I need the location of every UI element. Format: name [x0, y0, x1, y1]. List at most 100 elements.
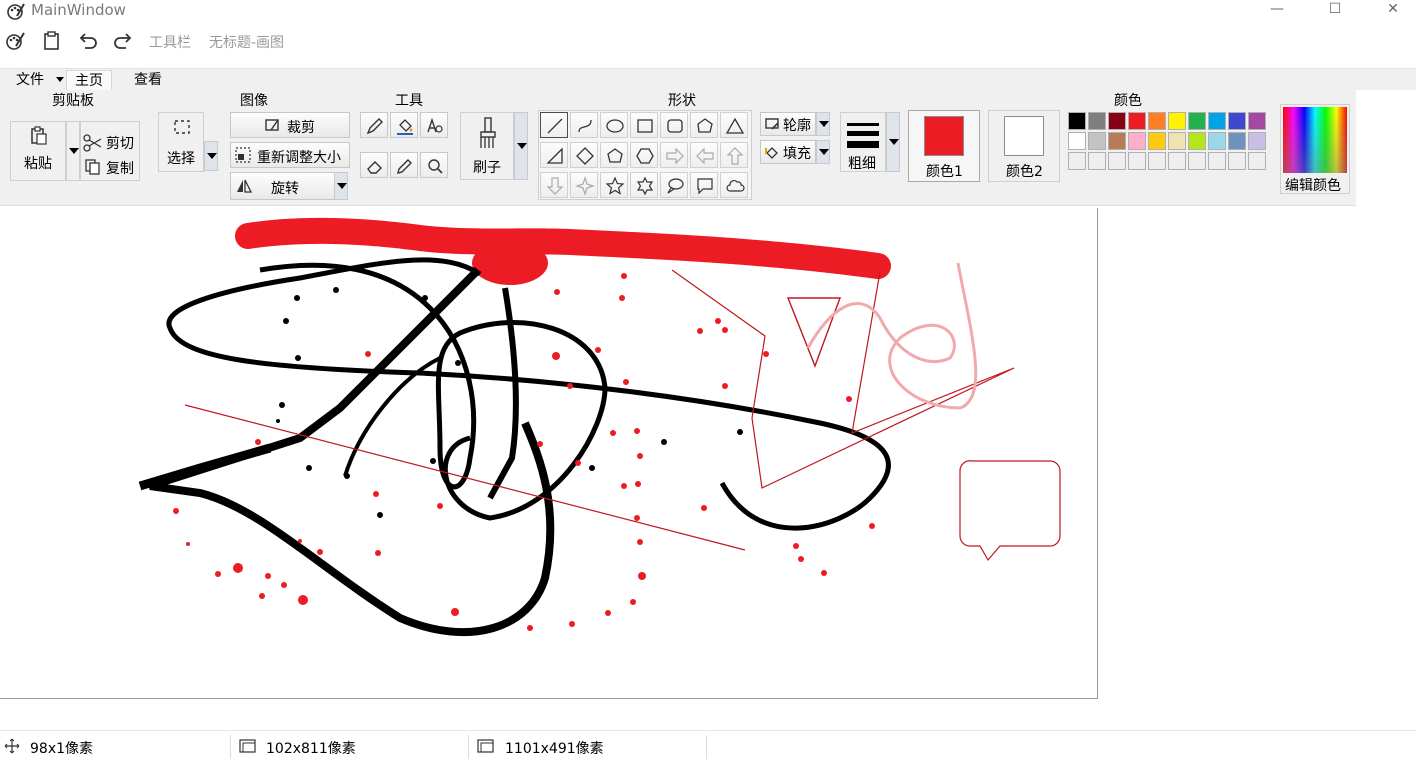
pencil-tool-button[interactable]: [360, 112, 388, 138]
fill-button[interactable]: 填充: [760, 140, 816, 164]
palette-swatch[interactable]: [1228, 132, 1246, 150]
palette-swatch[interactable]: [1148, 152, 1166, 170]
palette-swatch[interactable]: [1208, 132, 1226, 150]
tab-home[interactable]: 主页: [66, 70, 112, 91]
text-tool-button[interactable]: [420, 112, 448, 138]
polygon-icon: [697, 118, 713, 133]
palette-swatch[interactable]: [1068, 152, 1086, 170]
brush-dropdown[interactable]: [514, 112, 528, 180]
resize-icon: [235, 147, 251, 163]
shape-up-arrow[interactable]: [720, 142, 748, 168]
palette-swatch[interactable]: [1068, 132, 1086, 150]
palette-swatch[interactable]: [1208, 112, 1226, 130]
tab-view[interactable]: 查看: [126, 70, 170, 91]
up-arrow-icon: [726, 147, 744, 165]
palette-swatch[interactable]: [1088, 152, 1106, 170]
clipboard-icon[interactable]: [40, 30, 64, 52]
palette-swatch[interactable]: [1108, 152, 1126, 170]
shape-right-triangle[interactable]: [540, 142, 568, 168]
shape-pentagon[interactable]: [600, 142, 628, 168]
crop-button[interactable]: 裁剪: [230, 112, 350, 138]
color2-button[interactable]: 颜色2: [988, 110, 1060, 182]
palette-swatch[interactable]: [1148, 112, 1166, 130]
redo-icon[interactable]: [111, 30, 135, 52]
color-picker-tool-button[interactable]: [390, 152, 418, 178]
edit-colors-button[interactable]: 编辑颜色: [1280, 104, 1350, 194]
magnifier-tool-button[interactable]: [420, 152, 448, 178]
shape-rect-callout[interactable]: [690, 172, 718, 198]
copy-button[interactable]: 复制: [106, 158, 134, 178]
palette-swatch[interactable]: [1248, 112, 1266, 130]
paint-palette-icon: [7, 3, 25, 20]
palette-swatch[interactable]: [1128, 132, 1146, 150]
shape-left-arrow[interactable]: [690, 142, 718, 168]
tab-file[interactable]: 文件: [8, 70, 52, 91]
shape-right-arrow[interactable]: [660, 142, 688, 168]
undo-icon[interactable]: [76, 30, 100, 52]
paste-button[interactable]: 粘贴: [10, 121, 66, 181]
palette-swatch[interactable]: [1248, 152, 1266, 170]
eraser-icon: [367, 161, 382, 174]
shape-line[interactable]: [540, 112, 568, 138]
shape-polygon[interactable]: [690, 112, 718, 138]
fill-dropdown[interactable]: [816, 140, 830, 164]
drawing-canvas[interactable]: [0, 208, 1098, 699]
palette-swatch[interactable]: [1168, 152, 1186, 170]
rotate-dropdown[interactable]: [334, 172, 348, 200]
brush-button[interactable]: 刷子: [460, 112, 514, 180]
palette-swatch[interactable]: [1108, 132, 1126, 150]
shape-down-arrow[interactable]: [540, 172, 568, 198]
palette-swatch[interactable]: [1188, 112, 1206, 130]
resize-button[interactable]: 重新调整大小: [230, 142, 350, 168]
palette-swatch[interactable]: [1108, 112, 1126, 130]
paste-label: 粘贴: [24, 156, 52, 172]
status-bar: 98x1像素 102x811像素 1101x491像素: [0, 730, 1416, 760]
paste-dropdown[interactable]: [66, 121, 80, 181]
palette-swatch[interactable]: [1168, 132, 1186, 150]
shape-four-point-star[interactable]: [570, 172, 598, 198]
rotate-button[interactable]: 旋转: [230, 172, 336, 200]
shape-curve[interactable]: [570, 112, 598, 138]
fill-icon: [765, 147, 778, 159]
canvas-size: 1101x491像素: [505, 741, 604, 757]
size-dropdown[interactable]: [886, 112, 900, 172]
palette-swatch[interactable]: [1088, 112, 1106, 130]
shape-triangle[interactable]: [720, 112, 748, 138]
palette-swatch[interactable]: [1188, 152, 1206, 170]
shape-six-point-star[interactable]: [630, 172, 658, 198]
shape-five-point-star[interactable]: [600, 172, 628, 198]
close-button[interactable]: ✕: [1370, 0, 1416, 22]
size-line-thin-icon: [847, 123, 879, 126]
palette-swatch[interactable]: [1188, 132, 1206, 150]
eraser-tool-button[interactable]: [360, 152, 388, 178]
palette-swatch[interactable]: [1228, 112, 1246, 130]
palette-swatch[interactable]: [1248, 132, 1266, 150]
maximize-button[interactable]: ☐: [1312, 0, 1358, 22]
outline-button[interactable]: 轮廓: [760, 112, 816, 136]
paint-palette-icon[interactable]: [4, 30, 28, 52]
palette-swatch[interactable]: [1168, 112, 1186, 130]
size-button[interactable]: 粗细: [840, 112, 886, 172]
cut-button[interactable]: 剪切: [106, 133, 134, 153]
palette-swatch[interactable]: [1148, 132, 1166, 150]
shape-cloud-callout[interactable]: [720, 172, 748, 198]
fill-bucket-tool-button[interactable]: [390, 112, 418, 138]
shape-rounded-rectangle[interactable]: [660, 112, 688, 138]
color1-button[interactable]: 颜色1: [908, 110, 980, 182]
select-dropdown[interactable]: [204, 141, 218, 171]
rotate-label: 旋转: [271, 181, 299, 197]
palette-swatch[interactable]: [1068, 112, 1086, 130]
shape-rectangle[interactable]: [630, 112, 658, 138]
shape-oval-callout[interactable]: [660, 172, 688, 198]
shape-diamond[interactable]: [570, 142, 598, 168]
palette-swatch[interactable]: [1228, 152, 1246, 170]
palette-swatch[interactable]: [1088, 132, 1106, 150]
shape-hexagon[interactable]: [630, 142, 658, 168]
shape-ellipse[interactable]: [600, 112, 628, 138]
outline-dropdown[interactable]: [816, 112, 830, 136]
palette-swatch[interactable]: [1128, 152, 1146, 170]
select-button[interactable]: 选择: [158, 112, 204, 172]
palette-swatch[interactable]: [1208, 152, 1226, 170]
minimize-button[interactable]: —: [1254, 0, 1300, 22]
palette-swatch[interactable]: [1128, 112, 1146, 130]
